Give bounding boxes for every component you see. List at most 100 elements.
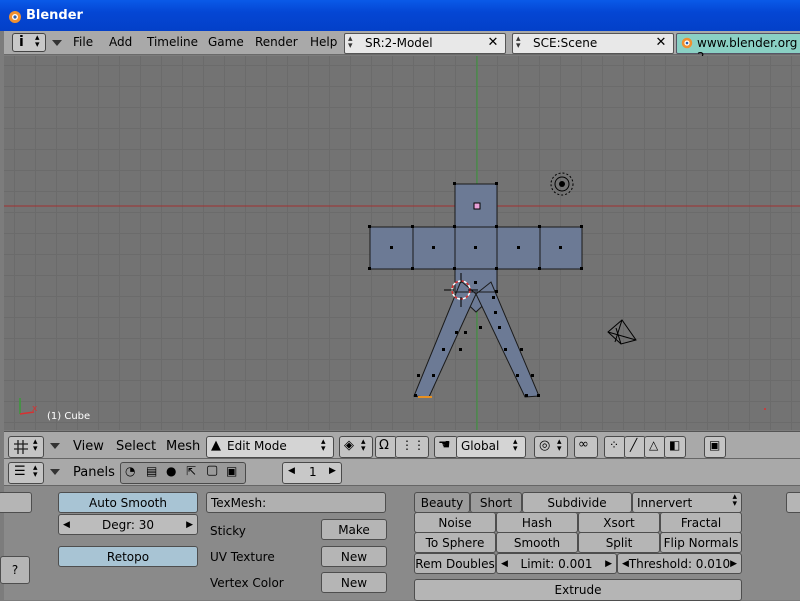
menu-mesh[interactable]: Mesh [166, 439, 200, 454]
editor-type-button[interactable]: ☰ ▴ ▾ [8, 462, 44, 484]
xsort-button[interactable]: Xsort [578, 512, 660, 533]
arrow-right-icon: ▶ [186, 520, 193, 530]
object-context-icon[interactable]: ⇱ [186, 464, 196, 478]
vertex-color-new-button[interactable]: New [321, 572, 387, 593]
delete-scene-icon[interactable]: ✕ [653, 35, 669, 51]
3d-view-header: ▴ ▾ View Select Mesh ▲ Edit Mode ▴ ▾ ◈ ▴ ▾ … [4, 431, 800, 459]
menu-view[interactable]: View [73, 439, 104, 454]
collapse-menu-icon[interactable] [52, 40, 62, 46]
updown-icon: ▴ ▾ [732, 492, 737, 509]
lamp-icon[interactable] [550, 172, 574, 196]
subdivide-button[interactable]: Subdivide [522, 492, 632, 513]
occlude-selector[interactable]: ◎ ▴ ▾ [534, 436, 568, 458]
script-context-icon[interactable]: ▤ [146, 464, 157, 478]
link-icon: ∞ [578, 437, 589, 452]
editor-type-button[interactable]: i ▴ ▾ [12, 33, 46, 52]
menu-help[interactable]: Help [310, 35, 337, 49]
render-button[interactable]: ▣ [704, 436, 726, 458]
sticky-make-button[interactable]: Make [321, 519, 387, 540]
retopo-button[interactable]: Retopo [58, 546, 198, 567]
to-sphere-button[interactable]: To Sphere [414, 532, 496, 553]
texmesh-field[interactable]: TexMesh: [206, 492, 386, 513]
edge-select-icon: ╱ [630, 438, 638, 452]
offscreen-panel-button-right[interactable] [786, 492, 800, 513]
editing-context-icon[interactable]: ▢ [206, 463, 218, 478]
updown-icon: ▴ ▾ [33, 437, 38, 454]
arrow-right-icon: ▶ [730, 559, 737, 569]
camera-icon[interactable] [607, 319, 637, 345]
cube-icon: ◧ [669, 438, 681, 452]
noise-button[interactable]: Noise [414, 512, 496, 533]
vertex-select-icon: ⁘ [609, 438, 620, 452]
menu-add[interactable]: Add [109, 35, 132, 49]
buttons-panels-area: ? Auto Smooth ◀ Degr: 30 ▶ Retopo TexMes… [0, 486, 800, 601]
flip-normals-button[interactable]: Flip Normals [660, 532, 742, 553]
snap-button[interactable]: ⋮⋮ [395, 436, 429, 458]
face-select-button[interactable]: △ [644, 436, 666, 458]
screen-selector[interactable]: ▴ ▾ SR:2-Model ✕ [344, 33, 506, 54]
menu-file[interactable]: File [73, 35, 93, 49]
threshold-field[interactable]: ◀ Threshold: 0.010 ▶ [617, 553, 742, 574]
scene-selector[interactable]: ▴ ▾ SCE:Scene ✕ [512, 33, 674, 54]
grid-icon [14, 440, 28, 454]
context-tabs[interactable]: ◔ ▤ ● ⇱ ▢ ▣ [120, 462, 246, 484]
uv-texture-new-button[interactable]: New [321, 546, 387, 567]
orientation-selector[interactable]: Global ▴ ▾ [456, 436, 526, 458]
occlude-background-button[interactable]: ◧ [664, 436, 686, 458]
hash-button[interactable]: Hash [496, 512, 578, 533]
arrow-left-icon: ◀ [622, 559, 629, 569]
degree-slider[interactable]: ◀ Degr: 30 ▶ [58, 514, 198, 535]
pivot-selector[interactable]: ◈ ▴ ▾ [339, 436, 373, 458]
frame-number-field[interactable]: ◀ 1 ▶ [282, 462, 342, 484]
extrude-button[interactable]: Extrude [414, 579, 742, 601]
window-title-bar: Blender [0, 0, 800, 31]
blender-url-field[interactable]: www.blender.org 2 [676, 33, 800, 64]
shading-context-icon[interactable]: ● [166, 464, 176, 478]
window-title: Blender [26, 8, 83, 23]
split-button[interactable]: Split [578, 532, 660, 553]
menu-panels[interactable]: Panels [73, 465, 115, 480]
link-button[interactable]: ∞ [574, 436, 598, 458]
updown-icon: ▴ ▾ [35, 33, 40, 50]
picture-icon: ▣ [709, 438, 721, 452]
rem-doubles-button[interactable]: Rem Doubles [414, 553, 496, 574]
object-label: (1) Cube [47, 411, 91, 422]
delete-screen-icon[interactable]: ✕ [485, 35, 501, 51]
updown-icon: ▴ ▾ [513, 437, 518, 454]
innervert-selector[interactable]: Innervert ▴ ▾ [632, 492, 742, 513]
logic-context-icon[interactable]: ◔ [125, 464, 135, 478]
arrow-left-icon: ◀ [63, 520, 70, 530]
menu-game[interactable]: Game [208, 35, 244, 49]
beauty-toggle[interactable]: Beauty [414, 492, 470, 513]
object-center-marker [473, 202, 481, 210]
manipulator-hand-button[interactable]: ☚ [434, 436, 458, 458]
vertex-color-label: Vertex Color [210, 576, 284, 590]
vertex-select-button[interactable]: ⁘ [604, 436, 626, 458]
menu-select[interactable]: Select [116, 439, 156, 454]
arrow-right-icon: ▶ [329, 466, 336, 476]
blender-logo-icon [681, 37, 693, 49]
face-select-icon: △ [649, 438, 659, 452]
proportional-edit-button[interactable]: Ω [375, 436, 397, 458]
edge-select-button[interactable]: ╱ [624, 436, 646, 458]
info-header: i ▴ ▾ File Add Timeline Game Render Help … [4, 31, 800, 64]
scene-context-icon[interactable]: ▣ [226, 464, 237, 478]
editor-type-button[interactable]: ▴ ▾ [8, 436, 44, 458]
collapse-menu-icon[interactable] [50, 469, 60, 475]
menu-render[interactable]: Render [255, 35, 298, 49]
offscreen-panel-button[interactable] [0, 492, 32, 513]
sticky-label: Sticky [210, 524, 246, 538]
smooth-button[interactable]: Smooth [496, 532, 578, 553]
short-toggle[interactable]: Short [470, 492, 522, 513]
help-button[interactable]: ? [0, 556, 30, 584]
3d-viewport[interactable]: x (1) Cube [4, 56, 800, 430]
auto-smooth-button[interactable]: Auto Smooth [58, 492, 198, 513]
mode-selector[interactable]: ▲ Edit Mode ▴ ▾ [206, 436, 334, 458]
menu-timeline[interactable]: Timeline [147, 35, 198, 49]
limit-field[interactable]: ◀ Limit: 0.001 ▶ [496, 553, 617, 574]
scene-canvas[interactable] [4, 56, 800, 430]
uv-texture-label: UV Texture [210, 550, 275, 564]
collapse-menu-icon[interactable] [50, 443, 60, 449]
arrow-left-icon: ◀ [501, 559, 508, 569]
fractal-button[interactable]: Fractal [660, 512, 742, 533]
